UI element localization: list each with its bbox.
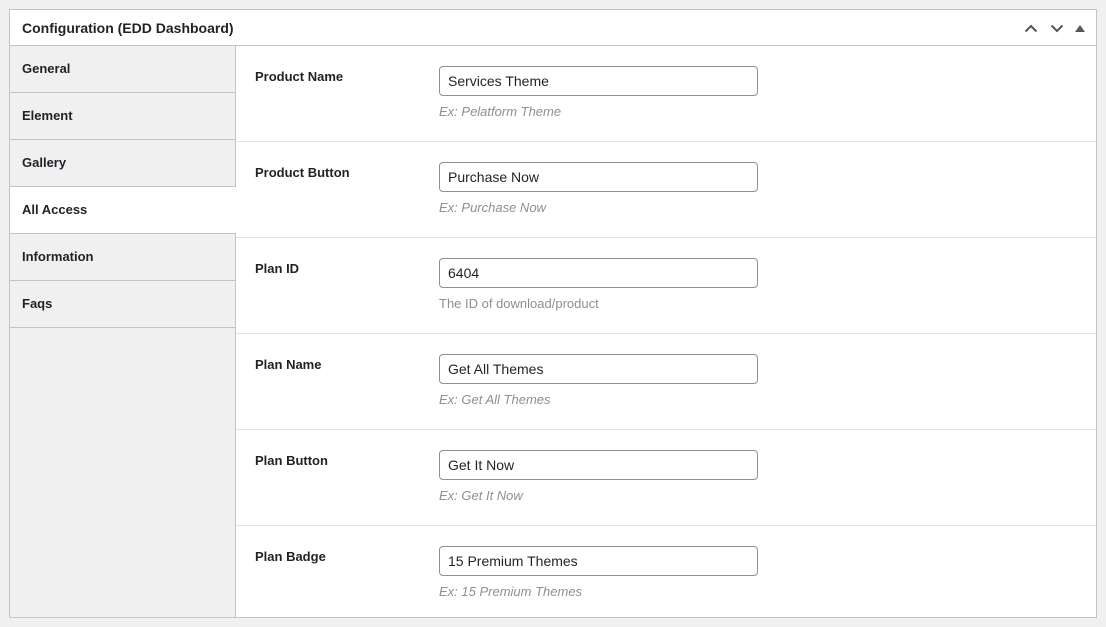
product-button-input[interactable] [439, 162, 758, 192]
move-up-icon [1024, 24, 1038, 32]
tab-information[interactable]: Information [10, 234, 235, 281]
plan-name-label: Plan Name [255, 357, 322, 372]
toggle-panel-icon [1075, 24, 1085, 32]
plan-name-description: Ex: Get All Themes [439, 392, 551, 407]
tab-element[interactable]: Element [10, 93, 235, 140]
field-row-plan-badge: Plan Badge Ex: 15 Premium Themes [236, 526, 1096, 621]
field-row-plan-name: Plan Name Ex: Get All Themes [236, 334, 1096, 430]
field-row-plan-id: Plan ID The ID of download/product [236, 238, 1096, 334]
panel-header: Configuration (EDD Dashboard) [10, 10, 1096, 46]
panel-header-actions [1018, 10, 1090, 46]
field-row-product-name: Product Name Ex: Pelatform Theme [236, 46, 1096, 142]
tab-gallery[interactable]: Gallery [10, 140, 235, 187]
plan-button-input[interactable] [439, 450, 758, 480]
plan-name-input[interactable] [439, 354, 758, 384]
fields-area: Product Name Ex: Pelatform Theme Product… [236, 46, 1096, 617]
product-name-description: Ex: Pelatform Theme [439, 104, 562, 119]
panel-body: General Element Gallery All Access Infor… [10, 46, 1096, 617]
move-down-button[interactable] [1044, 10, 1070, 46]
plan-badge-label: Plan Badge [255, 549, 326, 564]
field-row-product-button: Product Button Ex: Purchase Now [236, 142, 1096, 238]
plan-badge-input[interactable] [439, 546, 758, 576]
plan-button-description: Ex: Get It Now [439, 488, 523, 503]
tab-all-access[interactable]: All Access [10, 187, 236, 234]
plan-button-label: Plan Button [255, 453, 328, 468]
product-button-description: Ex: Purchase Now [439, 200, 546, 215]
product-button-label: Product Button [255, 165, 350, 180]
move-down-icon [1050, 24, 1064, 32]
panel-title: Configuration (EDD Dashboard) [22, 20, 234, 36]
plan-id-description: The ID of download/product [439, 296, 599, 311]
toggle-panel-button[interactable] [1070, 10, 1090, 46]
plan-badge-description: Ex: 15 Premium Themes [439, 584, 583, 599]
product-name-input[interactable] [439, 66, 758, 96]
field-row-plan-button: Plan Button Ex: Get It Now [236, 430, 1096, 526]
tab-list: General Element Gallery All Access Infor… [10, 46, 236, 617]
tab-faqs[interactable]: Faqs [10, 281, 235, 328]
product-name-label: Product Name [255, 69, 344, 84]
plan-id-label: Plan ID [255, 261, 300, 276]
move-up-button[interactable] [1018, 10, 1044, 46]
configuration-panel: Configuration (EDD Dashboard) General El… [9, 9, 1097, 618]
tab-general[interactable]: General [10, 46, 235, 93]
plan-id-input[interactable] [439, 258, 758, 288]
